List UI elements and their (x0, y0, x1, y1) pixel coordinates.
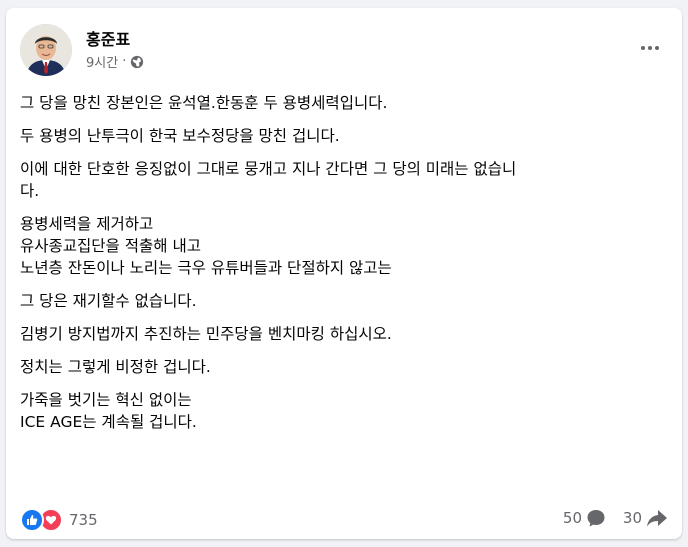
post-stats: 735 50 30 (20, 508, 670, 532)
more-dot (648, 46, 652, 50)
shares-count[interactable]: 30 (623, 508, 668, 528)
more-dot (641, 46, 645, 50)
post-paragraph: 그 당은 재기할수 없습니다. (20, 290, 670, 312)
post-line: 가죽을 벗기는 혁신 없이는 (20, 391, 192, 409)
post-line: ICE AGE는 계속될 겁니다. (20, 413, 197, 431)
post-meta: 9시간 · (86, 52, 144, 71)
post-line: 그 당은 재기할수 없습니다. (20, 292, 197, 310)
more-options-icon[interactable] (636, 34, 664, 62)
author-name[interactable]: 홍준표 (86, 26, 130, 50)
post-line: 두 용병의 난투극이 한국 보수정당을 망친 겁니다. (20, 127, 340, 145)
globe-icon[interactable] (130, 55, 144, 69)
comment-icon (587, 510, 605, 527)
meta-separator: · (122, 54, 127, 69)
post-paragraph: 두 용병의 난투극이 한국 보수정당을 망친 겁니다. (20, 125, 670, 147)
post-paragraph: 그 당을 망친 장본인은 윤석열.한동훈 두 용병세력입니다. (20, 92, 670, 114)
share-count: 30 (622, 509, 642, 527)
post-line: 그 당을 망친 장본인은 윤석열.한동훈 두 용병세력입니다. (20, 94, 388, 112)
post-line: 이에 대한 단호한 응징없이 그대로 뭉개고 지나 간다면 그 당의 미래는 없… (20, 160, 517, 178)
post-line: 정치는 그렇게 비정한 겁니다. (20, 358, 211, 376)
post-header: 홍준표 9시간 · (20, 24, 670, 84)
post-line: 김병기 방지법까지 추진하는 민주당을 벤치마킹 하십시오. (20, 325, 392, 343)
post-line: 다. (20, 182, 40, 200)
post-paragraph: 용병세력을 제거하고 유사종교집단을 적출해 내고 노년층 잔돈이나 노리는 극… (20, 213, 670, 279)
more-dot (655, 46, 659, 50)
post-paragraph: 가죽을 벗기는 혁신 없이는 ICE AGE는 계속될 겁니다. (20, 389, 670, 433)
post-time[interactable]: 9시간 (86, 52, 118, 71)
like-icon (20, 508, 44, 532)
post-line: 용병세력을 제거하고 (20, 215, 154, 233)
avatar-image (20, 24, 72, 76)
avatar[interactable] (20, 24, 72, 76)
post-text: 그 당을 망친 장본인은 윤석열.한동훈 두 용병세력입니다. 두 용병의 난투… (20, 92, 670, 444)
share-icon (647, 510, 667, 527)
reactions-summary[interactable]: 735 (20, 508, 98, 532)
post-paragraph: 정치는 그렇게 비정한 겁니다. (20, 356, 670, 378)
post-card: 홍준표 9시간 · 그 당을 망친 장본인은 윤석열.한동훈 두 용병세력입니다… (6, 8, 682, 539)
post-line: 노년층 잔돈이나 노리는 극우 유튜버들과 단절하지 않고는 (20, 259, 392, 277)
comments-count[interactable]: 50 (563, 508, 606, 528)
post-line: 유사종교집단을 적출해 내고 (20, 237, 201, 255)
post-paragraph: 이에 대한 단호한 응징없이 그대로 뭉개고 지나 간다면 그 당의 미래는 없… (20, 158, 670, 202)
comment-count: 50 (562, 509, 582, 527)
post-paragraph: 김병기 방지법까지 추진하는 민주당을 벤치마킹 하십시오. (20, 323, 670, 345)
reaction-count: 735 (69, 511, 98, 529)
